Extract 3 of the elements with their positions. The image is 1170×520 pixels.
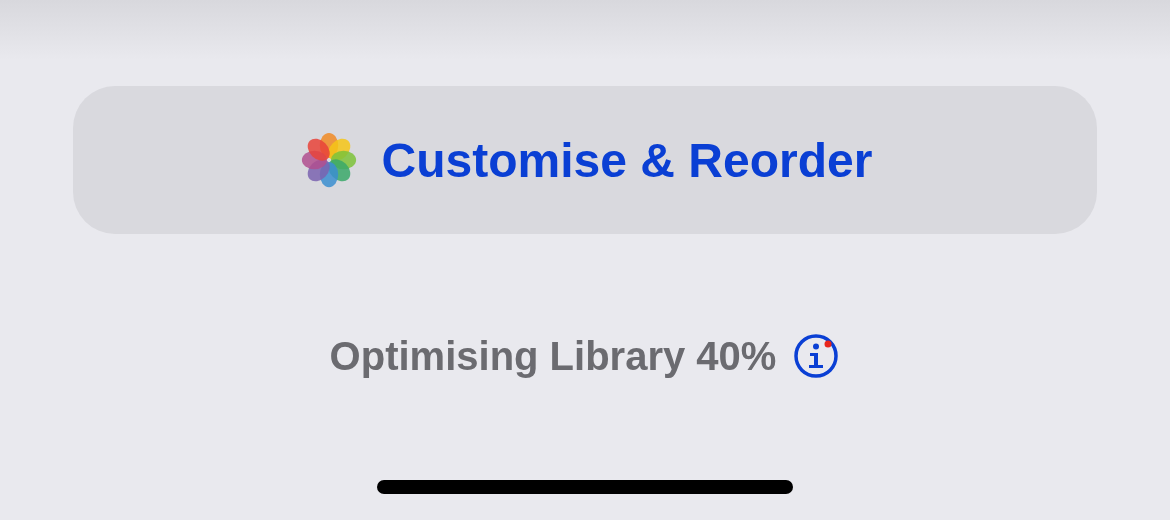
- info-icon[interactable]: [792, 332, 841, 380]
- customise-button[interactable]: Customise & Reorder: [73, 86, 1097, 234]
- status-text: Optimising Library 40%: [329, 333, 777, 379]
